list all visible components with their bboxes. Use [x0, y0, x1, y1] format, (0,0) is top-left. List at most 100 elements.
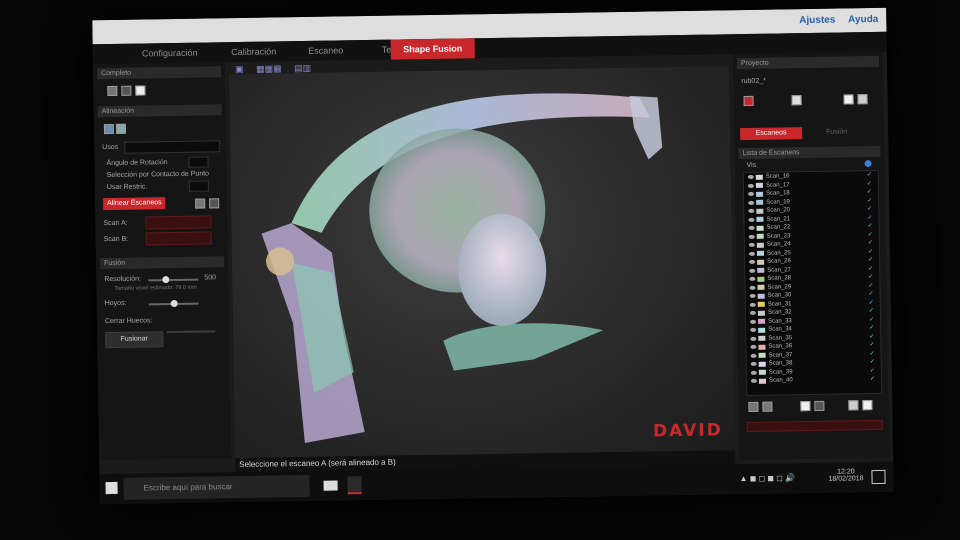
save-icon[interactable]: [843, 94, 854, 105]
david-app-icon[interactable]: [347, 476, 362, 495]
scan-check-icon: ✓: [868, 299, 874, 306]
visibility-eye-icon[interactable]: [749, 285, 756, 290]
scan-color-chip: [758, 344, 766, 350]
visibility-eye-icon[interactable]: [748, 191, 755, 196]
align-reset-icon[interactable]: [209, 198, 220, 209]
scan-name: Scan_23: [766, 232, 791, 240]
scan-check-icon: ✓: [868, 265, 874, 272]
option-contact-selection[interactable]: Selección por Contacto de Punto: [107, 170, 209, 179]
align-scans-button[interactable]: Alinear Escaneos: [103, 197, 166, 211]
render-mode-icon[interactable]: ▦▦▦: [256, 63, 282, 73]
resolution-value: 500: [204, 274, 217, 282]
visibility-eye-icon[interactable]: [750, 344, 757, 349]
visibility-eye-icon[interactable]: [748, 217, 755, 222]
taskbar-search-input[interactable]: Escribe aquí para buscar: [123, 474, 310, 500]
visibility-eye-icon[interactable]: [748, 200, 755, 205]
grid-icon[interactable]: [135, 85, 146, 96]
scan-check-icon: ✓: [868, 274, 874, 281]
scan-list-vis-header: Vis: [746, 161, 757, 170]
scan-name: Scan_22: [766, 224, 791, 231]
open-icon[interactable]: [791, 95, 802, 106]
tab-configuracion[interactable]: Configuración: [131, 42, 209, 63]
tab-calibracion[interactable]: Calibración: [217, 41, 291, 62]
scan-list-header: Lista de Escaneos: [738, 145, 881, 160]
visibility-eye-icon[interactable]: [750, 353, 757, 358]
tray-icons[interactable]: ▲ ◼ ◻ ◼ ◻ 🔊: [739, 473, 795, 483]
align-mode-2-icon[interactable]: [115, 123, 127, 134]
windows-start-icon[interactable]: [105, 481, 118, 495]
visibility-eye-icon[interactable]: [749, 259, 756, 264]
tool-icon[interactable]: [121, 85, 132, 96]
fuse-secondary-button[interactable]: [167, 330, 216, 334]
visibility-eye-icon[interactable]: [750, 370, 757, 375]
scan-list[interactable]: Scan_16 ✓ Scan_17 ✓ Scan_18 ✓ Scan_19 ✓ Scan_20 ✓…: [742, 169, 883, 397]
view-mode-icon[interactable]: [107, 85, 118, 97]
add-scan-icon[interactable]: [800, 401, 811, 412]
help-link[interactable]: Ayuda: [848, 14, 878, 25]
tab-shape-fusion[interactable]: Shape Fusion: [390, 38, 475, 60]
file-explorer-icon[interactable]: [323, 480, 338, 491]
visibility-eye-icon[interactable]: [748, 251, 756, 256]
visibility-eye-icon[interactable]: [748, 208, 755, 213]
scan-color-chip: [758, 327, 766, 333]
delete-project-icon[interactable]: [743, 95, 754, 107]
visibility-eye-icon[interactable]: [749, 268, 756, 273]
visibility-eye-icon[interactable]: [749, 293, 756, 298]
tab-escaneo[interactable]: Escaneo: [297, 40, 355, 61]
tab-scans[interactable]: Escaneos: [740, 127, 803, 141]
section-complete-header[interactable]: Completo: [97, 66, 222, 80]
move-up-icon[interactable]: [748, 401, 759, 413]
scan-a-field[interactable]: [145, 215, 212, 230]
visibility-eye-icon[interactable]: [749, 310, 756, 315]
visibility-eye-icon[interactable]: [748, 234, 755, 239]
move-down-icon[interactable]: [762, 401, 773, 412]
resolution-slider[interactable]: [148, 276, 199, 284]
list-filter-icon[interactable]: [864, 160, 872, 168]
taskbar-clock[interactable]: 12:20 18/02/2018: [828, 468, 863, 482]
holes-slider[interactable]: [148, 299, 199, 308]
remove-scan-icon[interactable]: [814, 400, 825, 411]
progress-bar: [746, 419, 883, 433]
restriction-field[interactable]: [188, 180, 209, 192]
visibility-eye-icon[interactable]: [747, 183, 754, 188]
align-option-icon[interactable]: [195, 198, 206, 209]
option-free[interactable]: Usar Restric.: [107, 183, 148, 191]
scan-check-icon: ✓: [868, 291, 874, 298]
scan-color-chip: [756, 250, 765, 256]
visibility-eye-icon[interactable]: [750, 336, 757, 341]
visibility-eye-icon[interactable]: [748, 225, 755, 230]
visibility-eye-icon[interactable]: [749, 276, 756, 281]
notifications-icon[interactable]: [871, 469, 886, 485]
visibility-eye-icon[interactable]: [750, 378, 758, 383]
save-as-icon[interactable]: [857, 94, 868, 105]
scan-b-field[interactable]: [145, 231, 212, 246]
uses-select[interactable]: [124, 140, 221, 154]
export-icon[interactable]: [848, 400, 859, 411]
3d-viewport[interactable]: DAVID: [229, 66, 736, 459]
section-align-header[interactable]: Alineación: [97, 104, 222, 118]
scan-check-icon: ✓: [869, 342, 875, 349]
visibility-eye-icon[interactable]: [748, 242, 755, 247]
camera-icon[interactable]: ▣: [235, 64, 244, 74]
settings-link[interactable]: Ajustes: [799, 15, 835, 27]
scan-list-item[interactable]: Scan_40 ✓: [747, 375, 881, 386]
scan-color-chip: [758, 378, 767, 384]
tab-fusion[interactable]: Fusión: [826, 128, 847, 135]
light-icon[interactable]: ▤▥: [294, 63, 311, 73]
scan-check-icon: ✓: [869, 325, 875, 332]
visibility-eye-icon[interactable]: [747, 174, 754, 179]
visibility-eye-icon[interactable]: [750, 327, 757, 332]
visibility-eye-icon[interactable]: [750, 319, 757, 324]
resolution-knob[interactable]: [162, 276, 170, 284]
scan-name: Scan_35: [768, 334, 793, 342]
section-fusion-header[interactable]: Fusión: [99, 256, 225, 270]
option-rotation-axis[interactable]: Ángulo de Rotación: [106, 159, 167, 167]
fuse-button[interactable]: Fusionar: [105, 331, 164, 349]
holes-knob[interactable]: [170, 299, 178, 308]
import-icon[interactable]: [862, 400, 873, 411]
visibility-eye-icon[interactable]: [749, 302, 756, 307]
rotation-axis-field[interactable]: [188, 156, 209, 168]
visibility-eye-icon[interactable]: [750, 361, 757, 366]
scan-name: Scan_17: [765, 181, 790, 189]
align-mode-icon[interactable]: [103, 123, 115, 135]
